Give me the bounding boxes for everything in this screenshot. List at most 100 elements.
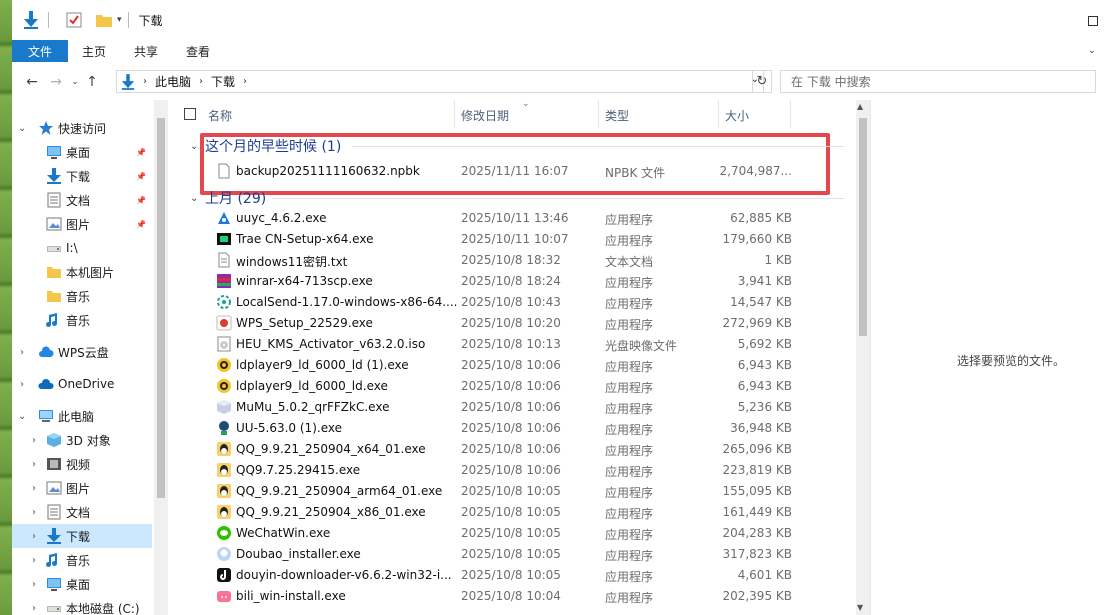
sidebar-item[interactable]: 音乐: [12, 308, 152, 332]
sidebar-item[interactable]: ⌄ 快速访问: [12, 116, 152, 140]
up-arrow-icon[interactable]: ↑: [82, 74, 102, 90]
file-row[interactable]: LocalSend-1.17.0-windows-x86-64.... 2025…: [172, 292, 856, 313]
expand-ribbon-icon[interactable]: ⌄: [1088, 45, 1096, 56]
sidebar-item[interactable]: 图片 📌: [12, 212, 152, 236]
sidebar-item[interactable]: › OneDrive: [12, 372, 152, 396]
file-row[interactable]: QQ_9.9.21_250904_x64_01.exe 2025/10/8 10…: [172, 439, 856, 460]
folder-icon: [46, 264, 62, 280]
breadcrumb-this-pc[interactable]: 此电脑: [155, 73, 191, 90]
recent-locations-chevron-icon[interactable]: ⌄: [68, 77, 82, 87]
file-row[interactable]: douyin-downloader-v6.6.2-win32-i... 2025…: [172, 565, 856, 586]
chevron-right-icon[interactable]: ›: [32, 507, 36, 518]
column-divider[interactable]: [454, 100, 455, 128]
group-header[interactable]: ⌄ 上月 (29): [172, 187, 856, 209]
search-input[interactable]: 在 下载 中搜索: [780, 70, 1096, 93]
column-type-header[interactable]: 类型: [605, 107, 629, 124]
file-row[interactable]: QQ9.7.25.29415.exe 2025/10/8 10:06 应用程序 …: [172, 460, 856, 481]
chevron-down-icon[interactable]: ⌄: [190, 141, 198, 152]
breadcrumb-downloads[interactable]: 下载: [211, 73, 235, 90]
file-date: 2025/10/8 10:05: [461, 547, 561, 561]
new-folder-icon[interactable]: [93, 9, 115, 31]
chevron-right-icon[interactable]: ›: [32, 435, 36, 446]
column-date-header[interactable]: 修改日期: [461, 107, 509, 124]
column-size-header[interactable]: 大小: [725, 107, 749, 124]
sidebar-item[interactable]: 本机图片: [12, 260, 152, 284]
refresh-icon[interactable]: ↻: [752, 70, 772, 93]
file-row[interactable]: QQ_9.9.21_250904_arm64_01.exe 2025/10/8 …: [172, 481, 856, 502]
file-row[interactable]: ldplayer9_ld_6000_ld.exe 2025/10/8 10:06…: [172, 376, 856, 397]
select-all-checkbox[interactable]: [184, 108, 196, 120]
sidebar-item[interactable]: › 本地磁盘 (C:): [12, 596, 152, 615]
column-divider[interactable]: [718, 100, 719, 128]
file-row[interactable]: WeChatWin.exe 2025/10/8 10:05 应用程序 204,2…: [172, 523, 856, 544]
chevron-right-icon[interactable]: ›: [32, 531, 36, 542]
sidebar-item[interactable]: 下载 📌: [12, 164, 152, 188]
tab-view[interactable]: 查看: [172, 40, 224, 62]
file-row[interactable]: MuMu_5.0.2_qrFFZkC.exe 2025/10/8 10:06 应…: [172, 397, 856, 418]
file-type: 应用程序: [605, 381, 654, 395]
column-divider[interactable]: [598, 100, 599, 128]
file-row[interactable]: Trae CN-Setup-x64.exe 2025/10/11 10:07 应…: [172, 229, 856, 250]
address-bar[interactable]: › 此电脑 › 下载 › ⌄: [116, 70, 764, 93]
sidebar-item[interactable]: › 桌面: [12, 572, 152, 596]
sidebar-item[interactable]: ⌄ 此电脑: [12, 404, 152, 428]
nav-scrollbar-thumb[interactable]: [157, 118, 165, 498]
file-row[interactable]: windows11密钥.txt 2025/10/8 18:32 文本文档 1 K…: [172, 250, 856, 271]
douyin-icon: [216, 567, 232, 583]
file-date: 2025/10/8 10:06: [461, 463, 561, 477]
chevron-right-icon[interactable]: ›: [32, 555, 36, 566]
tab-home[interactable]: 主页: [68, 40, 120, 62]
file-row[interactable]: WPS_Setup_22529.exe 2025/10/8 10:20 应用程序…: [172, 313, 856, 334]
chevron-right-icon[interactable]: ›: [32, 459, 36, 470]
sidebar-item[interactable]: 音乐: [12, 284, 152, 308]
sidebar-item[interactable]: › 视频: [12, 452, 152, 476]
file-list-scrollbar-thumb[interactable]: [859, 118, 867, 336]
file-type: 应用程序: [605, 486, 654, 500]
maximize-icon[interactable]: [1088, 16, 1098, 26]
sidebar-item[interactable]: › 文档: [12, 500, 152, 524]
sidebar-item[interactable]: › 下载: [12, 524, 152, 548]
sidebar-item[interactable]: › 3D 对象: [12, 428, 152, 452]
scroll-down-icon[interactable]: ▼: [857, 603, 863, 612]
file-row[interactable]: UU-5.63.0 (1).exe 2025/10/8 10:06 应用程序 3…: [172, 418, 856, 439]
back-arrow-icon[interactable]: ←: [20, 74, 44, 90]
tab-file[interactable]: 文件: [12, 40, 68, 62]
file-row[interactable]: QQ_9.9.21_250904_x86_01.exe 2025/10/8 10…: [172, 502, 856, 523]
properties-check-icon[interactable]: [63, 9, 85, 31]
file-date: 2025/10/8 10:20: [461, 316, 561, 330]
file-row[interactable]: ldplayer9_ld_6000_ld (1).exe 2025/10/8 1…: [172, 355, 856, 376]
file-row[interactable]: bili_win-install.exe 2025/10/8 10:04 应用程…: [172, 586, 856, 607]
sidebar-item[interactable]: › WPS云盘: [12, 340, 152, 364]
chevron-right-icon[interactable]: ›: [32, 579, 36, 590]
scroll-up-icon[interactable]: ▲: [857, 102, 863, 111]
sidebar-item[interactable]: › 图片: [12, 476, 152, 500]
sidebar-item[interactable]: I:\: [12, 236, 152, 260]
chevron-right-icon[interactable]: ›: [32, 603, 36, 614]
file-row[interactable]: backup20251111160632.npbk 2025/11/11 16:…: [172, 161, 856, 182]
column-name-header[interactable]: 名称: [208, 107, 232, 124]
chevron-right-icon[interactable]: ›: [243, 76, 247, 87]
chevron-right-icon[interactable]: ›: [143, 76, 147, 87]
sidebar-item[interactable]: › 音乐: [12, 548, 152, 572]
chevron-right-icon[interactable]: ›: [199, 76, 203, 87]
chevron-right-icon[interactable]: ›: [20, 379, 24, 390]
file-row[interactable]: Doubao_installer.exe 2025/10/8 10:05 应用程…: [172, 544, 856, 565]
file-name: WPS_Setup_22529.exe: [236, 316, 373, 330]
quick-access-dropdown-icon[interactable]: ▾: [117, 15, 122, 25]
forward-arrow-icon[interactable]: →: [44, 74, 68, 90]
chevron-down-icon[interactable]: ⌄: [18, 123, 26, 134]
cloud-icon: [38, 344, 54, 360]
chevron-right-icon[interactable]: ›: [20, 347, 24, 358]
column-divider[interactable]: [790, 100, 791, 128]
sidebar-item[interactable]: 桌面 📌: [12, 140, 152, 164]
chevron-down-icon[interactable]: ⌄: [190, 193, 198, 204]
tab-share[interactable]: 共享: [120, 40, 172, 62]
file-row[interactable]: uuyc_4.6.2.exe 2025/10/11 13:46 应用程序 62,…: [172, 208, 856, 229]
file-row[interactable]: winrar-x64-713scp.exe 2025/10/8 18:24 应用…: [172, 271, 856, 292]
sidebar-item[interactable]: 文档 📌: [12, 188, 152, 212]
chevron-right-icon[interactable]: ›: [32, 483, 36, 494]
group-header[interactable]: ⌄ 这个月的早些时候 (1): [172, 135, 856, 157]
chevron-down-icon[interactable]: ⌄: [18, 411, 26, 422]
file-row[interactable]: HEU_KMS_Activator_v63.2.0.iso 2025/10/8 …: [172, 334, 856, 355]
download-arrow-icon[interactable]: [20, 9, 42, 31]
